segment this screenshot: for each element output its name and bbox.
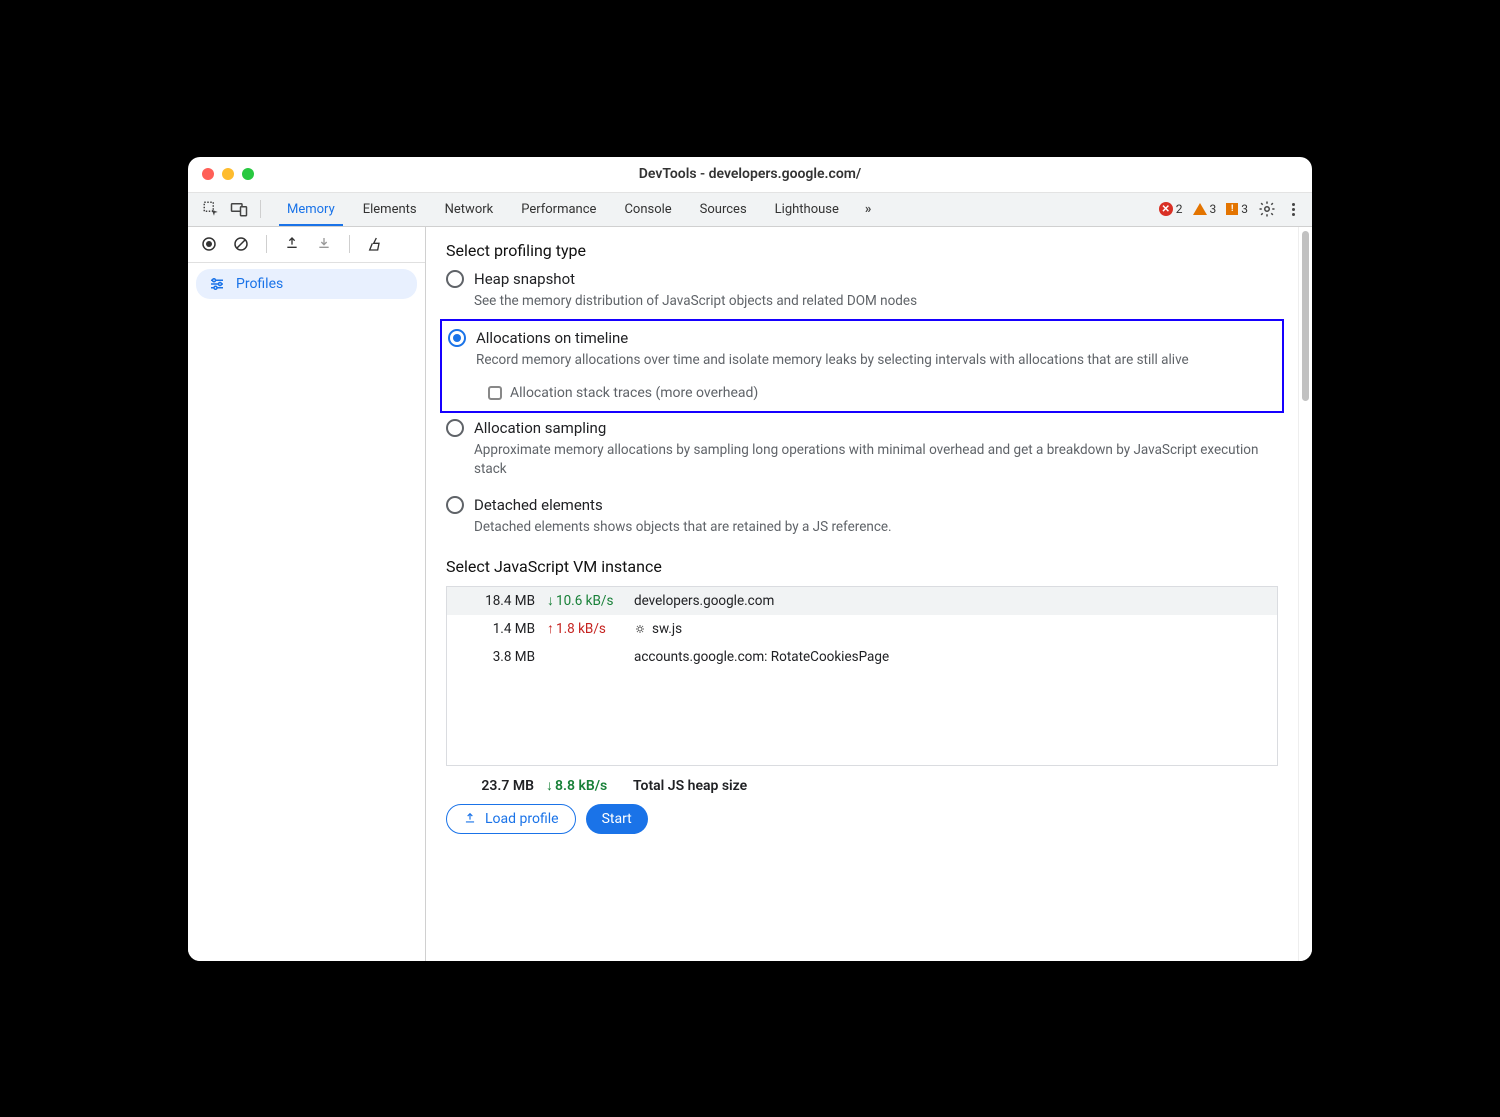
allocation-stack-traces-row[interactable]: Allocation stack traces (more overhead)	[488, 385, 1276, 401]
profiling-option-allocation-sampling[interactable]: Allocation sampling Approximate memory a…	[446, 419, 1278, 480]
export-icon[interactable]	[283, 235, 301, 253]
radio-description: See the memory distribution of JavaScrip…	[474, 292, 1278, 312]
vm-rate: ↑1.8 kB/s	[547, 621, 622, 637]
service-worker-gear-icon	[634, 623, 646, 635]
memory-content-wrap: Select profiling type Heap snapshot See …	[426, 227, 1312, 961]
section-profiling-type-title: Select profiling type	[446, 241, 1278, 260]
more-tabs-button[interactable]: »	[857, 202, 880, 217]
errors-badge[interactable]: ✕ 2	[1159, 202, 1183, 216]
total-heap-row: 23.7 MB ↓8.8 kB/s Total JS heap size	[446, 772, 1278, 800]
vm-instance-row[interactable]: 1.4 MB ↑1.8 kB/s sw.js	[447, 615, 1277, 643]
panel-tabs: Memory Elements Network Performance Cons…	[273, 193, 853, 226]
devtools-window: DevTools - developers.google.com/ Memory…	[188, 157, 1312, 961]
panel-body: Profiles Select profiling type Heap snap…	[188, 227, 1312, 961]
load-profile-button[interactable]: Load profile	[446, 804, 576, 834]
profiling-type-group: Heap snapshot See the memory distributio…	[446, 270, 1278, 538]
record-icon[interactable]	[200, 235, 218, 253]
tabbar-divider	[260, 200, 261, 218]
total-rate: ↓8.8 kB/s	[546, 778, 621, 794]
tab-elements[interactable]: Elements	[349, 193, 431, 226]
device-toolbar-icon[interactable]	[230, 200, 248, 218]
sliders-icon	[208, 275, 226, 293]
vm-label: accounts.google.com: RotateCookiesPage	[634, 649, 889, 665]
settings-gear-icon[interactable]	[1258, 200, 1276, 218]
tab-network[interactable]: Network	[431, 193, 508, 226]
arrow-down-icon: ↓	[546, 779, 553, 793]
vm-label: sw.js	[634, 621, 682, 637]
tab-lighthouse[interactable]: Lighthouse	[761, 193, 853, 226]
footer-buttons: Load profile Start	[446, 800, 1278, 840]
vm-label: developers.google.com	[634, 593, 774, 609]
radio-description: Detached elements shows objects that are…	[474, 518, 1278, 538]
memory-left-pane: Profiles	[188, 227, 426, 961]
total-size: 23.7 MB	[454, 778, 534, 794]
toolbar-divider-2	[349, 235, 350, 253]
warning-icon	[1193, 203, 1207, 215]
window-controls	[188, 168, 254, 180]
radio-label: Heap snapshot	[474, 270, 575, 288]
start-button[interactable]: Start	[586, 804, 648, 834]
vm-instance-row[interactable]: 18.4 MB ↓10.6 kB/s developers.google.com	[447, 587, 1277, 615]
toolbar-divider	[266, 235, 267, 253]
content-scrollbar[interactable]	[1298, 227, 1312, 961]
vm-instance-table: 18.4 MB ↓10.6 kB/s developers.google.com…	[446, 586, 1278, 766]
total-label: Total JS heap size	[633, 778, 747, 794]
warnings-badge[interactable]: 3	[1193, 202, 1217, 216]
checkbox-label: Allocation stack traces (more overhead)	[510, 385, 758, 401]
tab-sources[interactable]: Sources	[686, 193, 761, 226]
window-titlebar: DevTools - developers.google.com/	[188, 157, 1312, 193]
radio-label: Allocations on timeline	[476, 329, 628, 347]
more-options-button[interactable]	[1286, 203, 1300, 216]
issues-badge[interactable]: ! 3	[1226, 202, 1248, 216]
radio-label: Detached elements	[474, 496, 603, 514]
arrow-down-icon: ↓	[547, 594, 554, 608]
memory-content: Select profiling type Heap snapshot See …	[426, 227, 1298, 961]
upload-icon	[463, 812, 477, 826]
gc-broom-icon[interactable]	[366, 235, 384, 253]
radio-allocation-sampling[interactable]	[446, 419, 464, 437]
inspect-icon[interactable]	[202, 200, 220, 218]
vm-size: 18.4 MB	[455, 593, 535, 609]
import-icon[interactable]	[315, 235, 333, 253]
minimize-window-button[interactable]	[222, 168, 234, 180]
issue-icon: !	[1226, 203, 1238, 215]
tab-console[interactable]: Console	[610, 193, 685, 226]
error-icon: ✕	[1159, 202, 1173, 216]
close-window-button[interactable]	[202, 168, 214, 180]
tab-memory[interactable]: Memory	[273, 193, 349, 226]
profiling-option-allocations-timeline[interactable]: Allocations on timeline Record memory al…	[440, 319, 1284, 413]
allocation-stack-traces-checkbox[interactable]	[488, 386, 502, 400]
radio-description: Approximate memory allocations by sampli…	[474, 441, 1278, 480]
radio-label: Allocation sampling	[474, 419, 606, 437]
radio-heap-snapshot[interactable]	[446, 270, 464, 288]
vm-instance-row[interactable]: 3.8 MB accounts.google.com: RotateCookie…	[447, 643, 1277, 671]
vm-size: 3.8 MB	[455, 649, 535, 665]
section-vm-instance-title: Select JavaScript VM instance	[446, 557, 1278, 576]
maximize-window-button[interactable]	[242, 168, 254, 180]
radio-detached-elements[interactable]	[446, 496, 464, 514]
profiling-option-detached-elements[interactable]: Detached elements Detached elements show…	[446, 496, 1278, 538]
clear-icon[interactable]	[232, 235, 250, 253]
tab-performance[interactable]: Performance	[507, 193, 610, 226]
profiles-tree-item[interactable]: Profiles	[196, 269, 417, 299]
memory-toolbar	[188, 227, 425, 263]
radio-allocations-timeline[interactable]	[448, 329, 466, 347]
arrow-up-icon: ↑	[547, 622, 554, 636]
devtools-tabbar: Memory Elements Network Performance Cons…	[188, 193, 1312, 227]
radio-description: Record memory allocations over time and …	[476, 351, 1276, 371]
vm-size: 1.4 MB	[455, 621, 535, 637]
profiles-label: Profiles	[236, 276, 283, 292]
window-title: DevTools - developers.google.com/	[188, 166, 1312, 182]
profiling-option-heap-snapshot[interactable]: Heap snapshot See the memory distributio…	[446, 270, 1278, 312]
vm-rate: ↓10.6 kB/s	[547, 593, 622, 609]
scroll-thumb[interactable]	[1302, 231, 1309, 401]
